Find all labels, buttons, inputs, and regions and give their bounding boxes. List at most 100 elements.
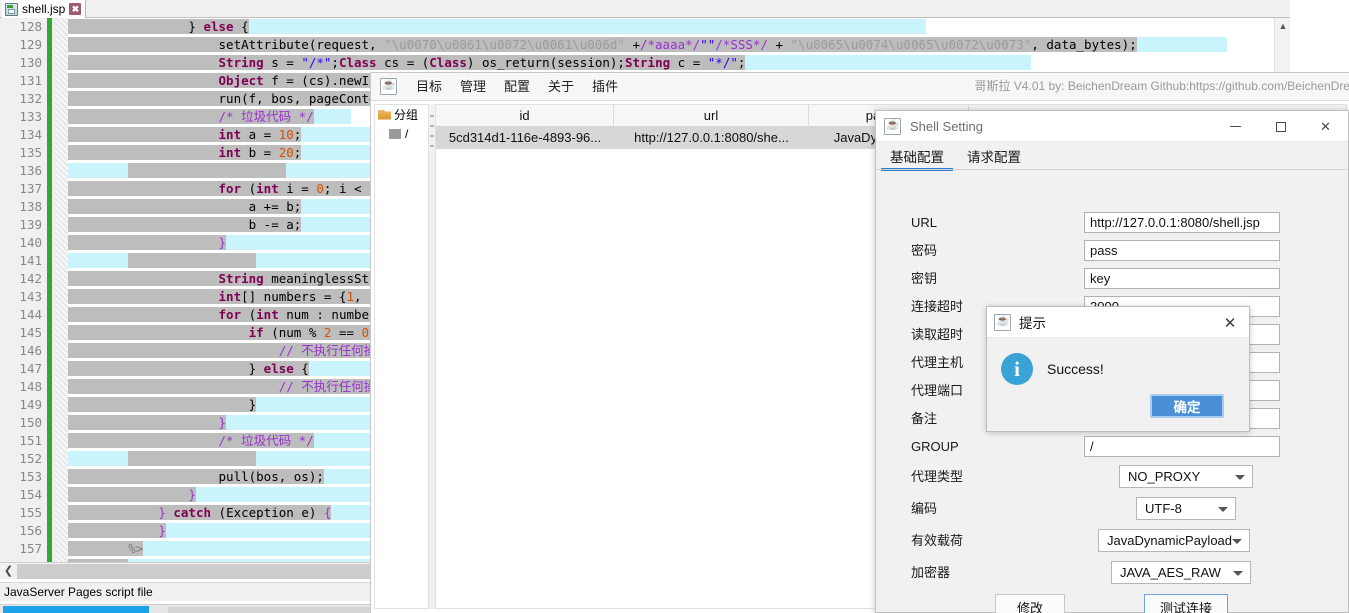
line-number: 144 [19, 307, 42, 322]
code-line[interactable]: String s = "/*";Class cs = (Class) os_re… [68, 54, 1290, 72]
line-number: 145 [19, 325, 42, 340]
close-icon[interactable]: ✖ [69, 3, 82, 15]
java-app-icon [380, 78, 397, 95]
column-header-id[interactable]: id [436, 105, 614, 126]
line-number: 135 [19, 145, 42, 160]
chevron-down-icon [1233, 571, 1243, 576]
form-row: GROUP / [876, 436, 1348, 458]
form-row: URL http://127.0.0.1:8080/shell.jsp [876, 212, 1348, 234]
chevron-down-icon [1232, 539, 1242, 544]
combo-value: JAVA_AES_RAW [1120, 565, 1221, 580]
dialog-tab-strip[interactable]: 基础配置 请求配置 [876, 142, 1348, 171]
dialog-title-bar[interactable]: Shell Setting ✕ [876, 111, 1348, 142]
line-number: 131 [19, 73, 42, 88]
form-row: 编码 UTF-8 [876, 497, 1348, 520]
field-label-加密器: 加密器 [911, 565, 951, 580]
column-header-url[interactable]: url [614, 105, 809, 126]
field-input-GROUP[interactable]: / [1084, 436, 1280, 457]
menu-item-关于[interactable]: 关于 [539, 74, 583, 100]
jsp-file-icon [5, 2, 18, 16]
line-number: 132 [19, 91, 42, 106]
form-row: 密钥 key [876, 268, 1348, 290]
field-input-URL[interactable]: http://127.0.0.1:8080/shell.jsp [1084, 212, 1280, 233]
line-number: 154 [19, 487, 42, 502]
line-number: 149 [19, 397, 42, 412]
scroll-up-icon[interactable]: ▲ [1275, 18, 1291, 34]
java-app-icon [884, 117, 901, 135]
button-label: 测试连接 [1159, 600, 1212, 613]
tree-root-node[interactable]: 分组 [375, 105, 428, 124]
line-number: 157 [19, 541, 42, 556]
field-combo-编码[interactable]: UTF-8 [1136, 497, 1236, 520]
button-label: 修改 [1016, 600, 1043, 613]
tab-基础配置[interactable]: 基础配置 [881, 146, 953, 171]
editor-tab-shell-jsp[interactable]: shell.jsp ✖ [2, 0, 87, 18]
message-close-button[interactable]: ✕ [1211, 307, 1249, 338]
field-combo-加密器[interactable]: JAVA_AES_RAW [1111, 561, 1251, 584]
field-label-编码: 编码 [911, 501, 938, 516]
window-controls: ✕ [1213, 111, 1348, 142]
taskbar-active-item[interactable] [3, 606, 149, 613]
form-row: 加密器 JAVA_AES_RAW [876, 561, 1348, 584]
group-tree[interactable]: 分组 / [374, 104, 429, 609]
tree-child-node[interactable]: / [375, 124, 428, 143]
status-text: JavaServer Pages script file [4, 585, 153, 599]
menu-item-目标[interactable]: 目标 [407, 74, 451, 100]
folder-icon [389, 128, 402, 139]
message-title: 提示 [1019, 316, 1046, 331]
line-number: 139 [19, 217, 42, 232]
message-title-bar[interactable]: 提示 ✕ [987, 307, 1249, 338]
menu-item-插件[interactable]: 插件 [583, 74, 627, 100]
line-number: 141 [19, 253, 42, 268]
line-number: 148 [19, 379, 42, 394]
tab-请求配置[interactable]: 请求配置 [958, 146, 1030, 170]
menu-item-管理[interactable]: 管理 [451, 74, 495, 100]
button-修改[interactable]: 修改 [995, 594, 1065, 613]
close-icon: ✕ [1223, 314, 1237, 332]
code-line[interactable]: setAttribute(request, "\u0070\u0061\u007… [68, 36, 1290, 54]
folding-column[interactable] [55, 18, 68, 562]
field-label-GROUP: GROUP [911, 439, 959, 454]
message-body: i Success! 确定 [987, 338, 1249, 431]
line-number: 134 [19, 127, 42, 142]
java-app-icon [994, 313, 1011, 331]
ok-button-label: 确定 [1173, 400, 1201, 415]
line-number: 136 [19, 163, 42, 178]
line-number: 152 [19, 451, 42, 466]
combo-value: NO_PROXY [1128, 469, 1201, 484]
code-line[interactable]: } else { [68, 18, 1290, 36]
field-label-密码: 密码 [911, 243, 938, 258]
field-label-代理类型: 代理类型 [911, 469, 964, 484]
field-combo-有效载荷[interactable]: JavaDynamicPayload [1098, 529, 1250, 552]
minimize-button[interactable] [1213, 111, 1258, 142]
line-number: 143 [19, 289, 42, 304]
message-text: Success! [1047, 361, 1104, 377]
line-number: 150 [19, 415, 42, 430]
button-测试连接[interactable]: 测试连接 [1144, 594, 1228, 613]
maximize-button[interactable] [1258, 111, 1303, 142]
line-number: 137 [19, 181, 42, 196]
field-combo-代理类型[interactable]: NO_PROXY [1119, 465, 1253, 488]
field-input-密钥[interactable]: key [1084, 268, 1280, 289]
form-row: 代理类型 NO_PROXY [876, 465, 1348, 488]
maximize-icon [1275, 121, 1286, 132]
table-cell[interactable]: http://127.0.0.1:8080/she... [614, 127, 809, 149]
form-row: 有效载荷 JavaDynamicPayload [876, 529, 1348, 552]
scroll-left-icon[interactable]: ❮ [0, 563, 17, 580]
line-number: 147 [19, 361, 42, 376]
editor-tab-bar: shell.jsp ✖ [0, 0, 1290, 18]
field-label-密钥: 密钥 [911, 271, 938, 286]
line-number: 140 [19, 235, 42, 250]
line-number: 151 [19, 433, 42, 448]
close-button[interactable]: ✕ [1303, 111, 1348, 142]
line-number: 130 [19, 55, 42, 70]
form-row: 密码 pass [876, 240, 1348, 262]
table-cell[interactable]: 5cd314d1-116e-4893-96... [436, 127, 614, 149]
line-number: 129 [19, 37, 42, 52]
field-input-密码[interactable]: pass [1084, 240, 1280, 261]
menu-item-配置[interactable]: 配置 [495, 74, 539, 100]
field-label-URL: URL [911, 215, 938, 230]
ok-button[interactable]: 确定 [1150, 394, 1224, 418]
close-icon: ✕ [1320, 118, 1331, 134]
line-number: 133 [19, 109, 42, 124]
